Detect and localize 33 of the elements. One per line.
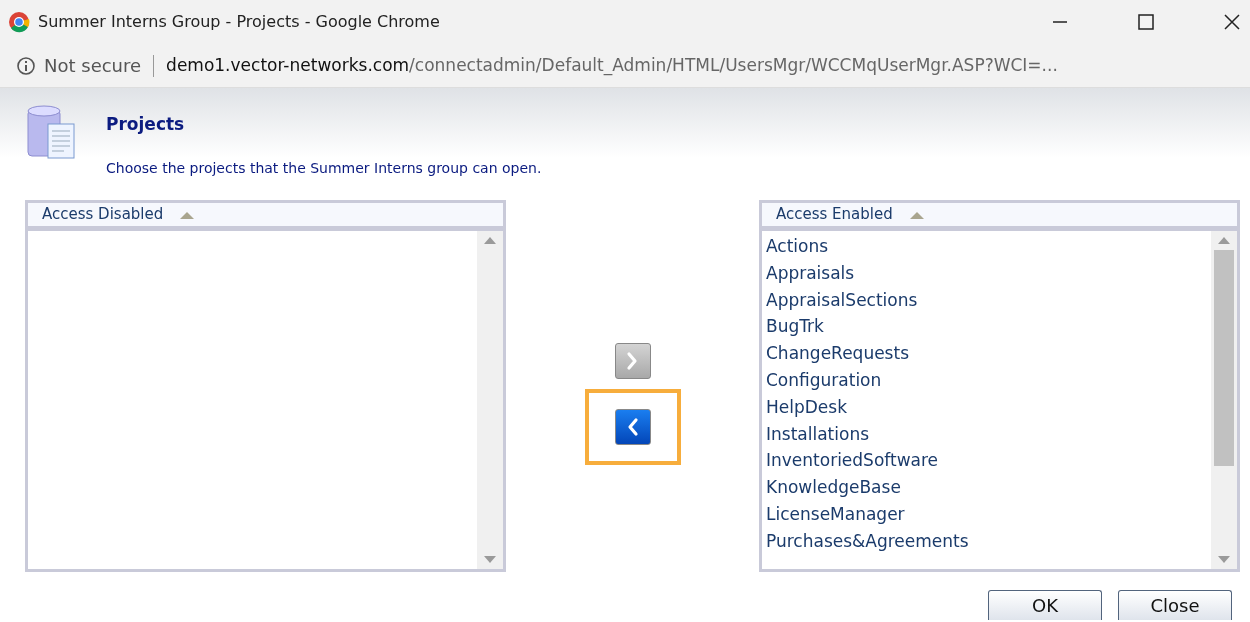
list-item[interactable]: InventoriedSoftware	[766, 447, 1207, 475]
sort-arrow-icon[interactable]	[908, 209, 925, 220]
scrollbar-thumb[interactable]	[1214, 250, 1234, 466]
move-left-button[interactable]	[614, 409, 651, 445]
scrollbar[interactable]	[477, 231, 503, 569]
list-item[interactable]: Actions	[766, 233, 1207, 260]
list-item[interactable]: HelpDesk	[766, 393, 1207, 421]
browser-logo-icon	[8, 11, 30, 33]
list-item[interactable]: Purchases&Agreements	[766, 527, 1207, 555]
list-item[interactable]: ChangeRequests	[766, 340, 1207, 367]
list-item[interactable]: LicenseManager	[766, 500, 1207, 528]
security-label: Not secure	[44, 54, 142, 78]
close-icon[interactable]	[1222, 12, 1242, 32]
close-button[interactable]: Close	[1118, 590, 1232, 620]
info-icon[interactable]	[16, 55, 36, 76]
window-title: Summer Interns Group - Projects - Google Chrome	[38, 11, 441, 33]
list-item[interactable]: BugTrk	[766, 313, 1207, 341]
list-item[interactable]: AppraisalSections	[766, 286, 1207, 314]
list-item[interactable]: Configuration	[766, 367, 1207, 394]
page-title: Projects	[106, 113, 186, 136]
list-item[interactable]: Appraisals	[766, 259, 1207, 287]
scroll-down-icon[interactable]	[1218, 556, 1230, 563]
scrollbar[interactable]	[1211, 231, 1237, 569]
maximize-icon[interactable]	[1136, 12, 1156, 32]
list-item[interactable]: Installations	[766, 420, 1207, 448]
ok-button[interactable]: OK	[988, 590, 1102, 620]
sort-arrow-icon[interactable]	[179, 209, 196, 220]
scroll-up-icon[interactable]	[484, 237, 496, 244]
scroll-up-icon[interactable]	[1218, 237, 1230, 244]
url-text[interactable]: demo1.vector-networks.com/connectadmin/Default_Admin/HTML/UsersMgr/WCCMqUserMgr.ASP?WCI=...	[166, 52, 1058, 79]
scroll-down-icon[interactable]	[484, 556, 496, 563]
list-item[interactable]: KnowledgeBase	[766, 474, 1207, 501]
page-description: Choose the projects that the Summer Interns group can open.	[106, 158, 542, 178]
